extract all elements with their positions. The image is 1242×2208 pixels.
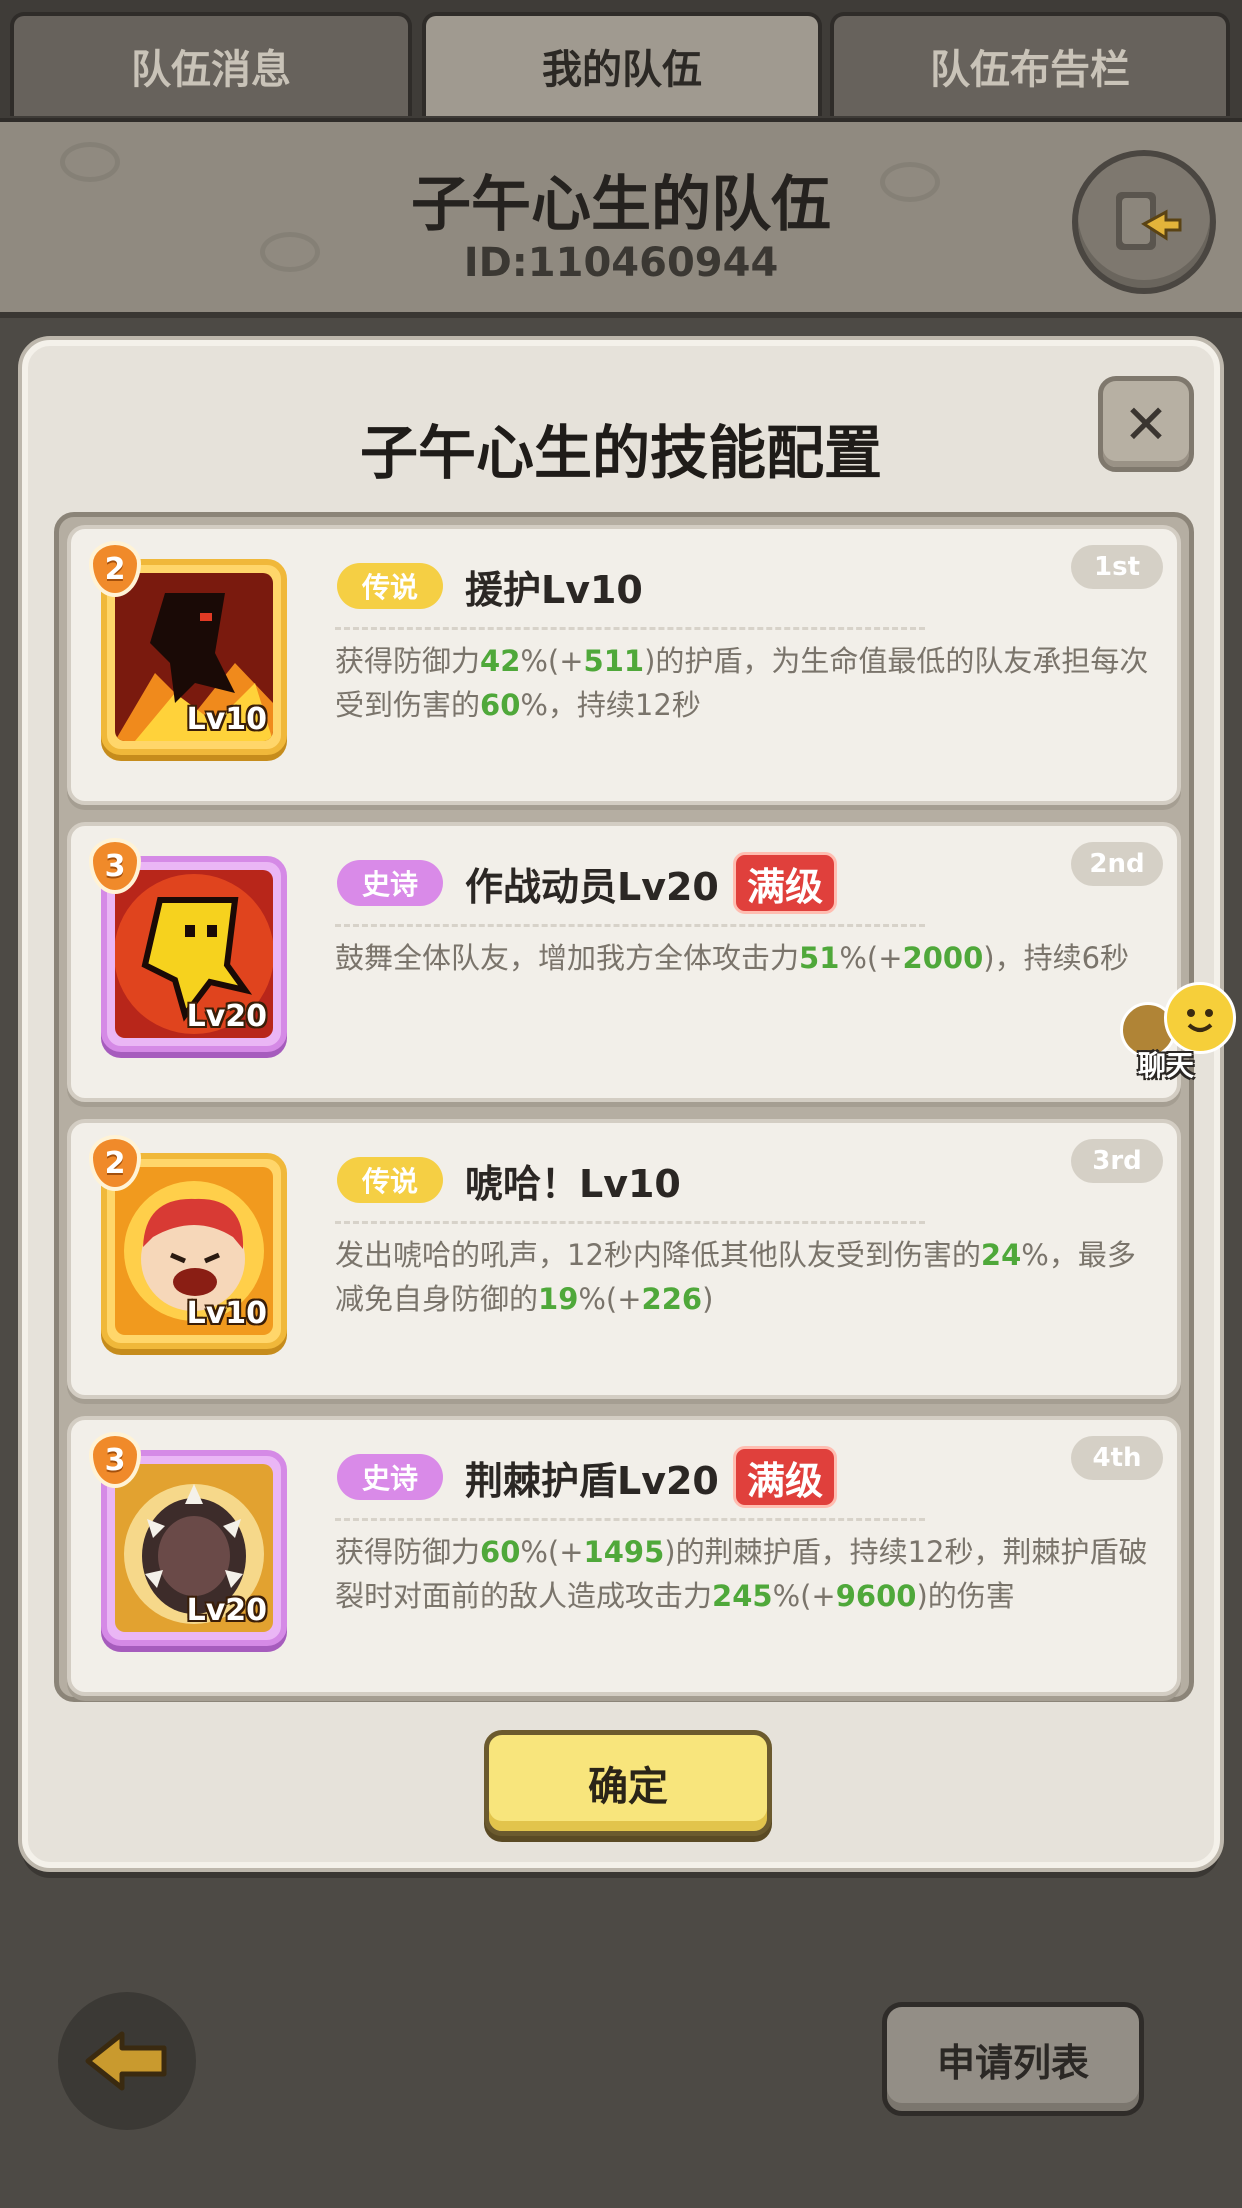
- desc-text: %(+: [772, 1579, 836, 1613]
- desc-highlight: 511: [583, 644, 645, 678]
- confirm-button[interactable]: 确定: [484, 1730, 772, 1836]
- skill-description: 鼓舞全体队友，增加我方全体攻击力51%(+2000)，持续6秒: [335, 936, 1155, 980]
- skill-name: 援护Lv10: [465, 568, 643, 612]
- team-id: ID:110460944: [463, 240, 779, 286]
- skill-rank-badge: 2nd: [1071, 842, 1163, 886]
- desc-text: 发出唬哈的吼声，12秒内降低其他队友受到伤害的: [335, 1238, 981, 1272]
- skill-icon-level: Lv20: [186, 999, 267, 1034]
- desc-text: %(+: [839, 941, 903, 975]
- tab-team-bulletin[interactable]: 队伍布告栏: [830, 12, 1230, 116]
- divider: [335, 1518, 925, 1521]
- rarity-badge: 史诗: [337, 860, 443, 906]
- skill-description: 发出唬哈的吼声，12秒内降低其他队友受到伤害的24%，最多减免自身防御的19%(…: [335, 1233, 1155, 1321]
- desc-text: %，持续12秒: [520, 688, 701, 722]
- skill-icon-level: Lv20: [186, 1593, 267, 1628]
- desc-highlight: 226: [641, 1282, 703, 1316]
- desc-text: )的伤害: [916, 1579, 1015, 1613]
- tab-bar: 队伍消息 我的队伍 队伍布告栏: [0, 0, 1242, 120]
- desc-highlight: 60: [480, 1535, 521, 1569]
- desc-text: )，持续6秒: [983, 941, 1130, 975]
- back-arrow-icon: [85, 2031, 167, 2091]
- chat-button[interactable]: 聊天: [1114, 982, 1242, 1084]
- desc-highlight: 1495: [583, 1535, 665, 1569]
- tab-team-messages[interactable]: 队伍消息: [10, 12, 412, 116]
- close-icon: ✕: [1123, 392, 1169, 456]
- skill-rank-badge: 4th: [1071, 1436, 1163, 1480]
- skill-card[interactable]: 3rd Lv10 2 传说 唬哈！Lv10 发出唬哈的吼声，12秒内降低其他队友受到伤害的…: [67, 1119, 1181, 1399]
- close-button[interactable]: ✕: [1098, 376, 1194, 472]
- desc-highlight: 19: [538, 1282, 579, 1316]
- rarity-badge: 传说: [337, 1157, 443, 1203]
- skill-icon-level: Lv10: [186, 702, 267, 737]
- desc-highlight: 9600: [835, 1579, 917, 1613]
- desc-text: %(+: [520, 644, 584, 678]
- desc-highlight: 51: [799, 941, 840, 975]
- skill-rank-badge: 3rd: [1071, 1139, 1163, 1183]
- rarity-badge: 传说: [337, 563, 443, 609]
- skill-list: 1st Lv10 2 传说 援护Lv10 获得防御力42%(+511)的护盾，为生命值最低…: [54, 512, 1194, 1702]
- team-header: 子午心生的队伍 ID:110460944: [0, 118, 1242, 318]
- skill-name: 荆棘护盾Lv20: [465, 1459, 719, 1503]
- desc-highlight: 42: [480, 644, 521, 678]
- team-title: 子午心生的队伍: [411, 170, 831, 240]
- divider: [335, 1221, 925, 1224]
- skill-card[interactable]: 1st Lv10 2 传说 援护Lv10 获得防御力42%(+511)的护盾，为生命值最低…: [67, 525, 1181, 805]
- desc-highlight: 245: [712, 1579, 773, 1613]
- back-button[interactable]: [58, 1992, 196, 2130]
- apply-list-button[interactable]: 申请列表: [882, 2002, 1144, 2116]
- desc-text: %(+: [578, 1282, 642, 1316]
- skill-name: 唬哈！Lv10: [465, 1162, 681, 1206]
- exit-team-button[interactable]: [1072, 150, 1216, 294]
- exit-door-icon: [1116, 192, 1182, 250]
- skill-config-dialog: 子午心生的技能配置 ✕ 1st Lv10 2 传说 援护Lv10 获得防御力42%(+51…: [22, 340, 1220, 1868]
- skill-description: 获得防御力60%(+1495)的荆棘护盾，持续12秒，荆棘护盾破裂时对面前的敌人…: [335, 1530, 1155, 1618]
- skill-description: 获得防御力42%(+511)的护盾，为生命值最低的队友承担每次受到伤害的60%，…: [335, 639, 1155, 727]
- rarity-badge: 史诗: [337, 1454, 443, 1500]
- max-level-badge: 满级: [733, 1446, 837, 1508]
- chat-label: 聊天: [1138, 1049, 1195, 1082]
- desc-text: ): [702, 1282, 714, 1316]
- desc-text: 鼓舞全体队友，增加我方全体攻击力: [335, 941, 800, 975]
- max-level-badge: 满级: [733, 852, 837, 914]
- skill-card[interactable]: 2nd Lv20 3 史诗 作战动员Lv20 满级 鼓舞全体队友，增加我方全体攻击力51%(…: [67, 822, 1181, 1102]
- skill-card[interactable]: 4th Lv20 3 史诗 荆棘护盾Lv20 满级 获得防御力60%(+1495)的荆棘护盾…: [67, 1416, 1181, 1696]
- desc-text: 获得防御力: [335, 644, 481, 678]
- tab-my-team[interactable]: 我的队伍: [422, 12, 822, 116]
- skill-rank-badge: 1st: [1071, 545, 1163, 589]
- desc-highlight: 24: [980, 1238, 1022, 1272]
- desc-text: 获得防御力: [335, 1535, 481, 1569]
- desc-text: %(+: [520, 1535, 584, 1569]
- divider: [335, 627, 925, 630]
- desc-highlight: 60: [480, 688, 521, 722]
- skill-name: 作战动员Lv20: [465, 865, 719, 909]
- skill-icon-level: Lv10: [186, 1296, 267, 1331]
- desc-highlight: 2000: [902, 941, 984, 975]
- dialog-title: 子午心生的技能配置: [359, 419, 882, 487]
- divider: [335, 924, 925, 927]
